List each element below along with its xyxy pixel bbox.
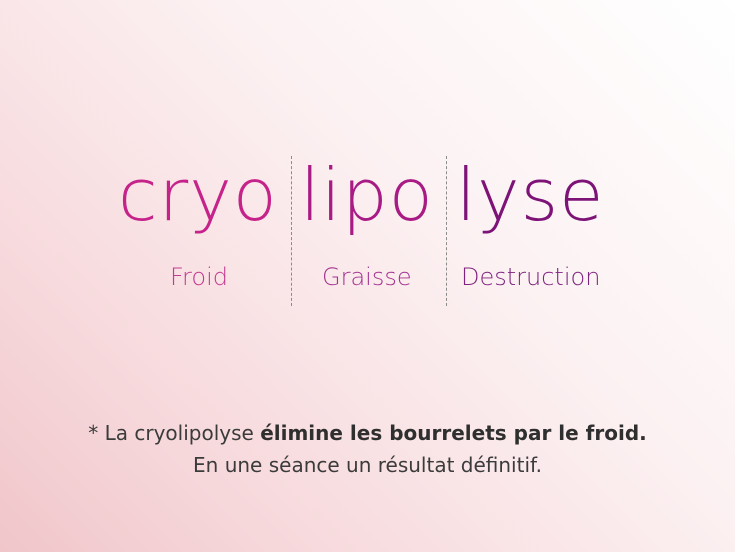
dashed-divider bbox=[291, 156, 292, 306]
tagline-line-2: En une séance un résultat définitif. bbox=[193, 453, 542, 477]
tagline-emphasis: élimine les bourrelets par le froid. bbox=[260, 421, 647, 445]
tagline-line-1: * La cryolipolyse élimine les bourrelets… bbox=[0, 420, 735, 446]
meaning-froid: Froid bbox=[170, 263, 228, 291]
meaning-graisse: Graisse bbox=[322, 263, 412, 291]
meaning-destruction: Destruction bbox=[461, 263, 601, 291]
tagline-prefix: * La cryolipolyse bbox=[88, 421, 261, 445]
headline-part-lipo: lipo bbox=[300, 153, 434, 237]
headline-part-lyse: lyse bbox=[456, 153, 605, 237]
headline-part-cryo: cryo bbox=[118, 153, 278, 237]
dashed-divider bbox=[446, 156, 447, 306]
